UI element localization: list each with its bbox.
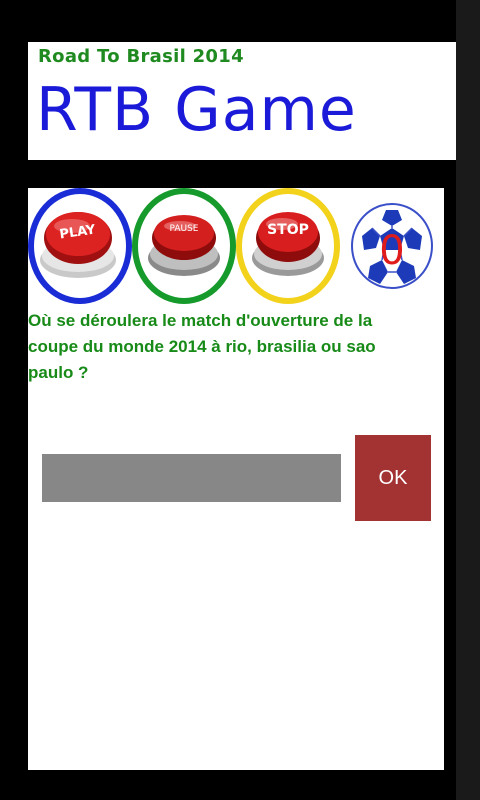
pause-button-icon: PAUSE (132, 188, 236, 304)
play-button-icon: PLAY (28, 188, 132, 304)
header-panel: Road To Brasil 2014 RTB Game (28, 42, 456, 160)
app-subtitle: Road To Brasil 2014 (38, 46, 244, 67)
stop-button-icon: STOP (236, 188, 340, 304)
answer-input[interactable] (42, 454, 341, 502)
pause-button-label: PAUSE (170, 224, 199, 234)
app-title: RTB Game (36, 75, 357, 145)
stop-button[interactable]: STOP (236, 188, 340, 304)
bottom-strip (28, 770, 456, 800)
question-text: Où se déroulera le match d'ouverture de … (28, 311, 376, 382)
score-value: 0 (379, 228, 404, 274)
score-ball: 0 (340, 188, 444, 304)
stop-button-label: STOP (267, 222, 309, 238)
control-buttons-row: PLAY PAUSE STOP 0 (28, 188, 444, 306)
soccer-ball-icon: 0 (351, 203, 433, 289)
ok-button[interactable]: OK (355, 435, 431, 521)
pause-button[interactable]: PAUSE (132, 188, 236, 304)
right-edge-bar (456, 0, 480, 800)
play-button[interactable]: PLAY (28, 188, 132, 304)
game-panel: PLAY PAUSE STOP 0 Où se déroulera le mat… (28, 188, 444, 770)
